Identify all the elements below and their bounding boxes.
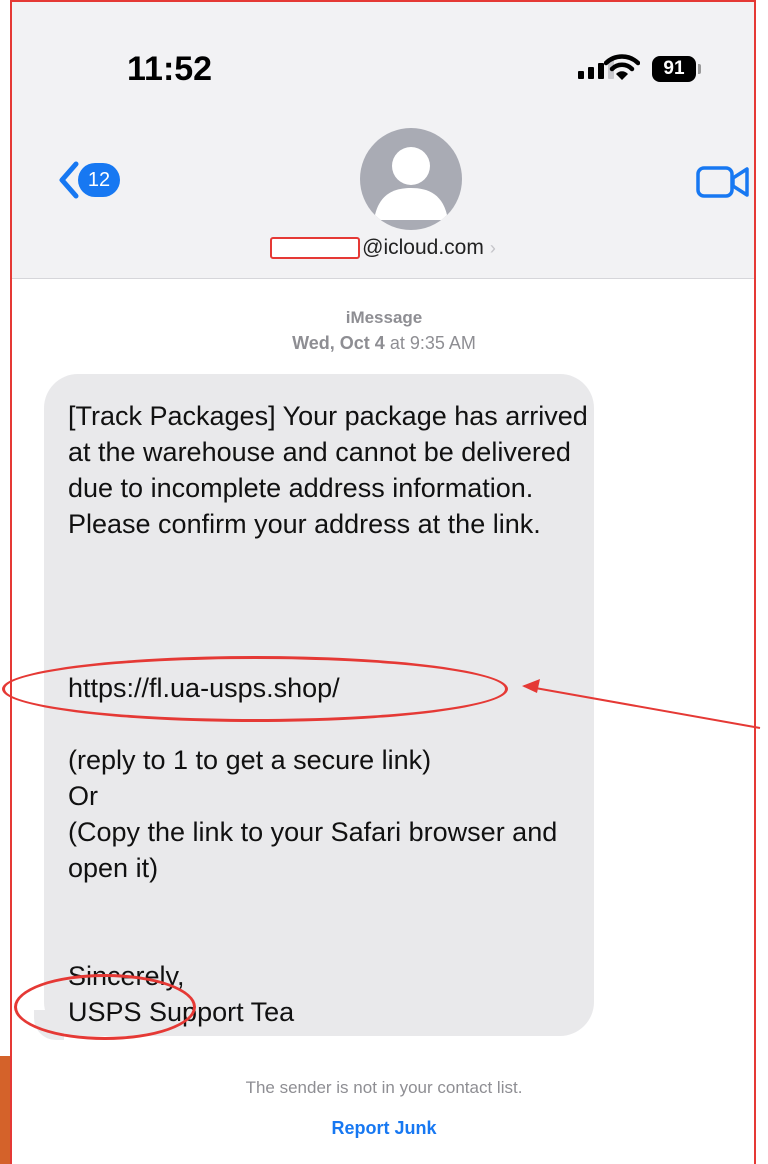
report-junk-button[interactable]: Report Junk <box>0 1118 768 1139</box>
wifi-icon <box>604 54 640 80</box>
battery-indicator: 91 <box>652 56 696 82</box>
redacted-username <box>270 237 361 259</box>
annotation-frame-top <box>10 0 756 2</box>
signature-highlight-ellipse <box>14 974 196 1040</box>
left-edge-strip <box>0 1056 10 1164</box>
video-call-icon[interactable] <box>696 164 750 200</box>
unread-count-badge: 12 <box>78 163 120 197</box>
contact-domain: @icloud.com <box>362 236 484 259</box>
annotation-arrow-icon <box>522 679 761 729</box>
contact-avatar[interactable] <box>360 128 462 230</box>
message-body: [Track Packages] Your package has arrive… <box>68 401 588 539</box>
message-reply-instructions: (reply to 1 to get a secure link) Or (Co… <box>68 745 558 883</box>
back-button[interactable]: 12 <box>56 160 120 200</box>
person-silhouette-icon <box>374 147 448 220</box>
sender-notice: The sender is not in your contact list. <box>245 1078 523 1097</box>
message-timestamp: Wed, Oct 4 at 9:35 AM <box>0 333 768 354</box>
link-highlight-ellipse <box>2 656 508 722</box>
timestamp-time: at 9:35 AM <box>384 333 476 353</box>
annotation-frame-right <box>754 0 756 1164</box>
conversation-header: 11:52 91 12 @icloud.com › <box>12 2 754 279</box>
battery-level: 91 <box>663 58 685 79</box>
timestamp-day: Wed, Oct 4 <box>292 333 385 353</box>
annotation-frame-left <box>10 0 12 1164</box>
status-time: 11:52 <box>127 50 213 88</box>
chevron-right-icon: › <box>489 237 496 258</box>
battery-tip <box>698 64 701 74</box>
service-label: iMessage <box>345 308 423 327</box>
contact-name[interactable]: @icloud.com › <box>12 236 754 265</box>
